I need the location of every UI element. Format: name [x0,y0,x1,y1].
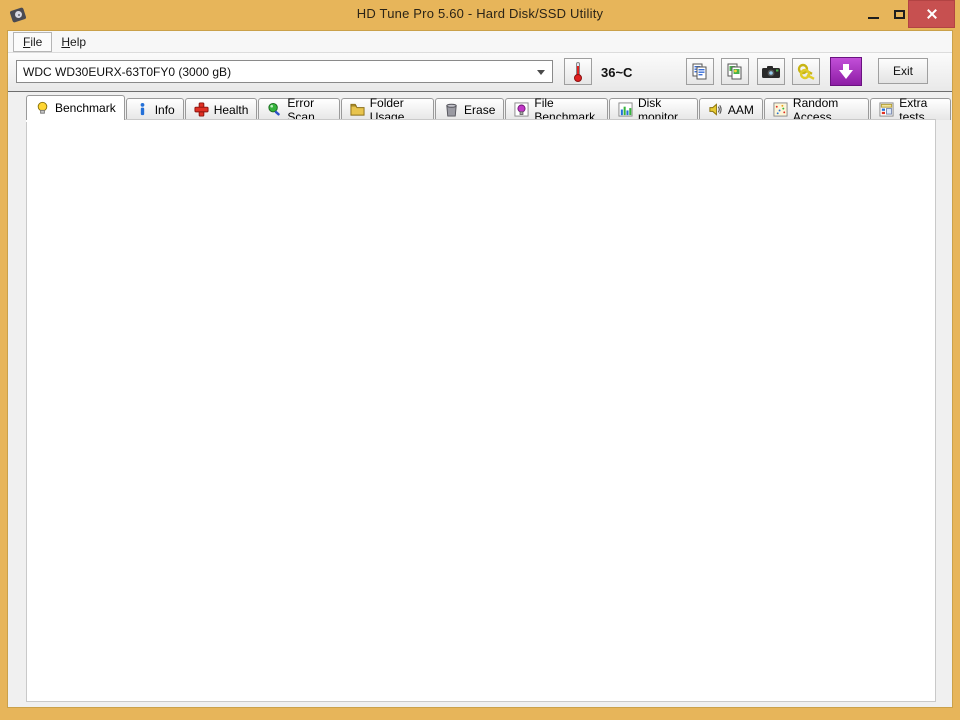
download-arrow-icon [839,64,853,79]
menu-help[interactable]: Help [52,33,95,51]
screenshot-button[interactable] [757,58,785,85]
folder-icon [350,103,365,116]
purple-lightbulb-icon [514,102,529,117]
minimize-icon [867,17,879,19]
window-body: File Help WDC WD30EURX-63T0FY0 (3000 gB)… [7,30,953,708]
tab-extra-tests[interactable]: Extra tests [870,96,951,124]
tab-aam[interactable]: AAM [698,98,763,120]
benchmark-tab-page [26,119,936,702]
tab-health[interactable]: Health [184,98,258,120]
tab-strip: Benchmark Info Health Error Scan Folder … [26,95,952,124]
tab-random-access[interactable]: Random Access [763,96,870,124]
temperature-value: 36~C [601,65,633,80]
scatter-dots-icon [773,102,788,117]
lightbulb-icon [37,101,48,114]
hd-tune-window: { "window": { "title": "HD Tune Pro 5.60… [0,0,960,720]
close-button[interactable] [908,0,955,28]
drive-selector-value: WDC WD30EURX-63T0FY0 (3000 gB) [23,64,232,79]
tab-folder-usage[interactable]: Folder Usage [340,96,435,124]
camera-icon [762,65,780,78]
title-bar: HD Tune Pro 5.60 - Hard Disk/SSD Utility [0,0,960,30]
options-button[interactable] [792,58,820,85]
tab-erase[interactable]: Erase [435,98,505,120]
tab-error-scan[interactable]: Error Scan [258,96,340,124]
info-icon [140,102,145,116]
extra-tests-icon [879,102,894,117]
tab-file-benchmark[interactable]: File Benchmark [505,96,608,124]
window-title: HD Tune Pro 5.60 - Hard Disk/SSD Utility [356,6,604,21]
speaker-icon [709,103,722,116]
tab-benchmark[interactable]: Benchmark [26,95,125,120]
menu-file[interactable]: File [13,31,53,52]
temperature-button[interactable] [564,58,592,85]
magnifier-icon [268,102,281,116]
chevron-down-icon [533,65,548,80]
copy-image-icon [727,63,742,79]
copy-text-icon [692,63,707,79]
copy-image-button[interactable] [721,58,749,85]
exit-button[interactable]: Exit [878,58,928,84]
close-icon [926,8,938,20]
tab-info[interactable]: Info [125,98,184,120]
keys-icon [797,63,815,80]
copy-text-button[interactable] [686,58,714,85]
red-cross-icon [194,102,209,117]
update-button[interactable] [830,57,862,86]
toolbar: WDC WD30EURX-63T0FY0 (3000 gB) 36~C Exit [8,53,952,92]
maximize-icon [893,9,905,19]
menu-bar: File Help [8,31,952,53]
tab-disk-monitor[interactable]: Disk monitor [608,96,698,124]
drive-selector[interactable]: WDC WD30EURX-63T0FY0 (3000 gB) [16,60,553,83]
thermometer-icon [573,61,583,82]
minimize-button[interactable] [860,0,886,28]
trash-icon [446,103,457,117]
bar-chart-icon [618,102,633,117]
